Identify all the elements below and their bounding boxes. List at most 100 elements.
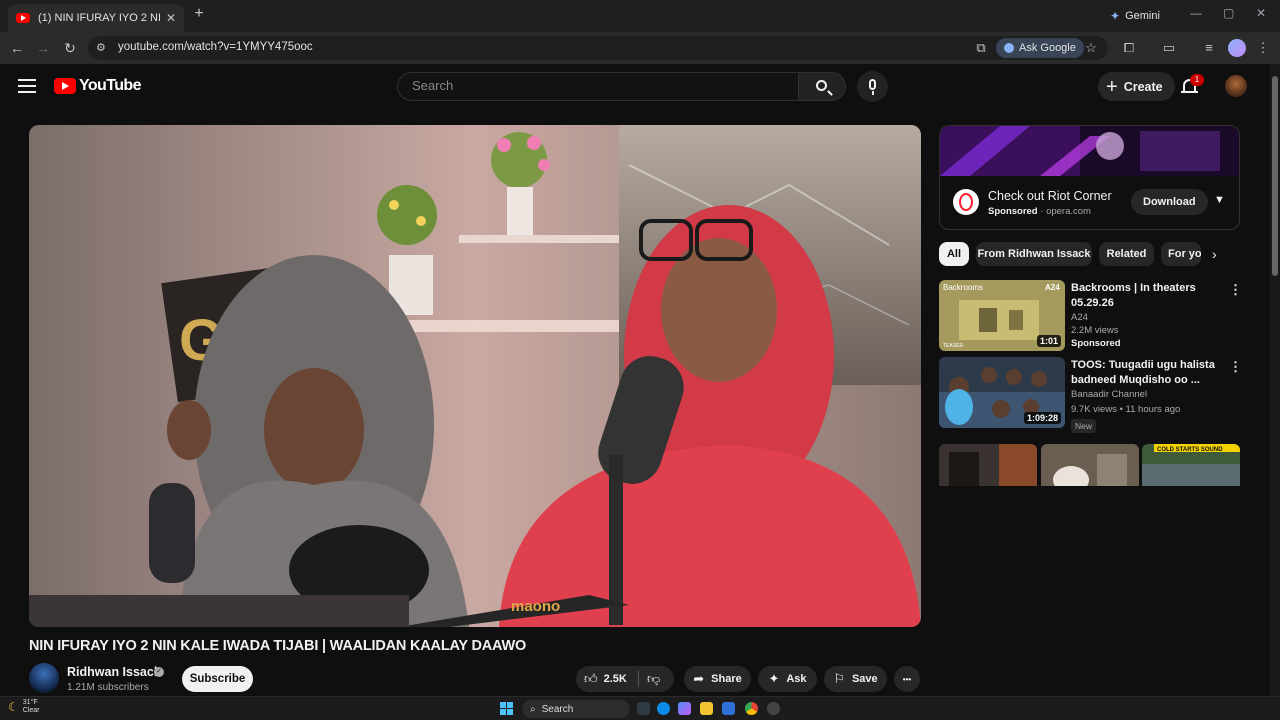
chip-related[interactable]: Related <box>1099 242 1154 266</box>
chevron-down-icon[interactable]: ▼ <box>1214 194 1225 206</box>
more-options-icon[interactable]: ⋮ <box>1229 359 1242 375</box>
youtube-masthead: YouTube + Create 1 <box>0 64 1270 110</box>
forward-icon[interactable]: → <box>34 39 52 57</box>
edge-browser-icon[interactable] <box>657 702 670 715</box>
moon-icon: ☾ <box>8 700 19 714</box>
recommendation-meta: 9.7K views • 11 hours ago <box>1071 404 1181 415</box>
ask-button[interactable]: ✦ Ask <box>758 666 817 692</box>
ask-google-button[interactable]: Ask Google <box>996 38 1084 58</box>
save-label: Save <box>851 673 878 685</box>
channel-name[interactable]: Ridhwan Issack <box>67 665 161 679</box>
file-explorer-icon[interactable] <box>700 702 713 715</box>
close-tab-icon[interactable]: ✕ <box>166 11 176 25</box>
video-thumbnail[interactable]: Backrooms A24 TEASER 1:01 <box>939 280 1065 351</box>
share-button[interactable]: ➦ Share <box>684 666 751 692</box>
like-button[interactable]: 👍︎ 2.5K <box>584 666 627 692</box>
like-count: 2.5K <box>603 673 627 685</box>
app-icon[interactable] <box>767 702 780 715</box>
channel-avatar[interactable] <box>29 663 59 693</box>
chip-for-you[interactable]: For you <box>1161 242 1201 266</box>
video-frame: G maono <box>29 125 921 627</box>
copilot-icon[interactable] <box>678 702 691 715</box>
recommendation-title[interactable]: TOOS: Tuugadii ugu halista badneed Muqdi… <box>1071 358 1221 388</box>
opera-logo-icon <box>953 189 979 215</box>
thumbs-down-icon: 👎︎ <box>647 671 661 686</box>
search-button[interactable] <box>798 72 846 101</box>
new-tab-button[interactable]: + <box>190 5 208 23</box>
subscribe-button[interactable]: Subscribe <box>182 666 253 692</box>
shelf-thumbnail[interactable] <box>939 444 1037 486</box>
chip-from-channel[interactable]: From Ridhwan Issack <box>976 242 1092 266</box>
weather-condition: Clear <box>22 707 40 714</box>
create-button[interactable]: + Create <box>1098 72 1175 101</box>
guide-menu-icon[interactable] <box>18 79 36 93</box>
thumb-text-right: A24 <box>1045 283 1060 292</box>
voice-search-button[interactable] <box>857 71 888 102</box>
taskbar-search[interactable]: ⌕ Search <box>522 700 630 718</box>
recommendation-channel[interactable]: A24 <box>1071 312 1088 323</box>
maximize-icon[interactable]: ▢ <box>1223 6 1234 20</box>
verified-badge-icon: ✓ <box>154 667 164 677</box>
plus-icon: + <box>1106 75 1118 98</box>
site-info-icon[interactable]: ⚙ <box>96 41 106 54</box>
bookmark-star-icon[interactable]: ☆ <box>1082 39 1100 57</box>
save-button[interactable]: ⚐ Save <box>824 666 887 692</box>
recommendation-item[interactable]: 1:09:28 TOOS: Tuugadii ugu halista badne… <box>939 357 1242 433</box>
more-actions-button[interactable]: ••• <box>894 666 920 692</box>
search-box[interactable] <box>397 72 799 101</box>
dislike-button[interactable]: 👎︎ <box>647 666 660 692</box>
window-close-icon[interactable]: ✕ <box>1256 6 1266 20</box>
notifications-button[interactable]: 1 <box>1180 74 1204 98</box>
ad-banner-image <box>940 126 1239 176</box>
weather-widget[interactable]: ☾ 31°F Clear <box>8 699 40 715</box>
recommendation-item[interactable]: Backrooms A24 TEASER 1:01 Backrooms | In… <box>939 280 1242 352</box>
subscriber-count: 1.21M subscribers <box>67 682 149 693</box>
ask-google-label: Ask Google <box>1019 42 1076 54</box>
recommendation-channel[interactable]: Banaadir Channel <box>1071 389 1147 400</box>
google-lens-icon <box>1004 43 1014 53</box>
ad-download-button[interactable]: Download <box>1131 189 1208 215</box>
search-input[interactable] <box>412 78 782 93</box>
chip-all[interactable]: All <box>939 242 969 266</box>
cast-icon[interactable]: ⧉ <box>972 39 990 57</box>
browser-tab[interactable]: (1) NIN IFURAY IYO 2 NIN KALE ✕ <box>8 4 184 32</box>
youtube-logo[interactable]: YouTube <box>54 77 141 95</box>
back-icon[interactable]: ← <box>8 39 26 57</box>
more-options-icon[interactable]: ⋮ <box>1229 282 1242 298</box>
shelf-thumbnail[interactable] <box>1041 444 1139 486</box>
create-label: Create <box>1123 79 1163 94</box>
account-avatar[interactable] <box>1225 75 1247 97</box>
gemini-button[interactable]: ✦ Gemini <box>1104 6 1166 26</box>
page-scrollbar[interactable] <box>1270 64 1280 696</box>
side-panel-icon[interactable]: ▭ <box>1160 39 1178 57</box>
url-text[interactable]: youtube.com/watch?v=1YMYY475ooc <box>118 41 313 53</box>
video-thumbnail[interactable]: 1:09:28 <box>939 357 1065 428</box>
sponsored-ad-card[interactable]: Check out Riot Corner Sponsored · opera.… <box>939 125 1240 230</box>
ad-title[interactable]: Check out Riot Corner <box>988 189 1112 203</box>
share-arrow-icon: ➦ <box>693 671 705 686</box>
share-label: Share <box>711 673 742 685</box>
new-badge: New <box>1071 419 1097 433</box>
like-dislike-group: 👍︎ 2.5K 👎︎ <box>576 666 674 692</box>
media-controls-icon[interactable]: ≡ <box>1200 39 1218 57</box>
chevron-right-icon[interactable]: › <box>1212 246 1217 262</box>
extensions-icon[interactable]: ⧠ <box>1120 39 1138 57</box>
shelf-thumbnail[interactable]: COLD STARTS SOUND <box>1142 444 1240 486</box>
scrollbar-thumb[interactable] <box>1272 76 1278 276</box>
thumb-text-left: Backrooms <box>943 283 983 292</box>
ad-domain: opera.com <box>1046 206 1091 217</box>
youtube-play-icon <box>54 78 76 94</box>
video-player[interactable]: G maono <box>29 125 921 627</box>
minimize-icon[interactable]: — <box>1190 6 1202 20</box>
chrome-menu-icon[interactable]: ⋮ <box>1254 39 1272 57</box>
duration-badge: 1:01 <box>1036 335 1061 347</box>
profile-avatar-icon[interactable] <box>1228 39 1246 57</box>
duration-badge: 1:09:28 <box>1023 412 1061 424</box>
task-view-icon[interactable] <box>637 702 650 715</box>
reload-icon[interactable]: ↻ <box>61 39 79 57</box>
windows-start-icon[interactable] <box>500 702 513 715</box>
chrome-browser-icon[interactable] <box>745 702 758 715</box>
recommendation-title[interactable]: Backrooms | In theaters 05.29.26 <box>1071 281 1221 311</box>
address-bar[interactable]: ⚙ youtube.com/watch?v=1YMYY475ooc ⧉ Ask … <box>88 36 1108 60</box>
store-icon[interactable] <box>722 702 735 715</box>
